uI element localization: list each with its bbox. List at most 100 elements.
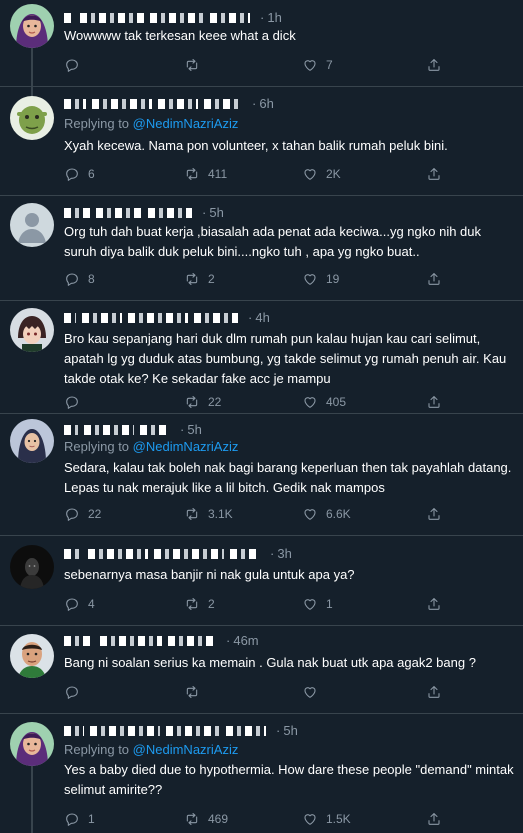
like-count: 2K xyxy=(326,167,341,181)
share-icon xyxy=(426,811,442,827)
like-count: 405 xyxy=(326,395,347,409)
avatar[interactable] xyxy=(10,545,54,589)
reply-icon xyxy=(64,596,80,612)
reply-button[interactable]: 22 xyxy=(64,503,101,525)
timestamp[interactable]: 1h xyxy=(267,10,281,25)
reply-button[interactable] xyxy=(64,681,88,703)
avatar[interactable] xyxy=(10,634,54,678)
share-button[interactable] xyxy=(426,268,442,290)
tweet-divider xyxy=(0,300,523,301)
like-button[interactable]: 1 xyxy=(302,593,333,615)
censored-username xyxy=(90,725,160,736)
retweet-icon xyxy=(184,394,200,410)
timestamp[interactable]: 4h xyxy=(255,310,269,325)
tweet-actions: 6 411 2K xyxy=(56,163,476,185)
tweet-header: · 5h xyxy=(64,723,504,739)
retweet-count: 3.1K xyxy=(208,507,233,521)
replying-to-label: Replying to xyxy=(64,116,130,131)
reply-count: 1 xyxy=(88,812,95,826)
tweet-divider xyxy=(0,713,523,714)
timestamp[interactable]: 46m xyxy=(233,633,258,648)
tweet-actions: 7 xyxy=(56,54,476,76)
replying-to-handle[interactable]: @NedimNazriAziz xyxy=(133,742,239,757)
like-button[interactable]: 7 xyxy=(302,54,333,76)
share-button[interactable] xyxy=(426,54,442,76)
reply-button[interactable] xyxy=(64,391,88,413)
avatar[interactable] xyxy=(10,722,54,766)
retweet-count: 2 xyxy=(208,272,215,286)
heart-icon xyxy=(302,684,318,700)
like-button[interactable] xyxy=(302,681,326,703)
retweet-button[interactable] xyxy=(184,54,208,76)
like-button[interactable]: 6.6K xyxy=(302,503,351,525)
retweet-button[interactable]: 469 xyxy=(184,808,228,830)
like-count: 19 xyxy=(326,272,340,286)
retweet-icon xyxy=(184,811,200,827)
replying-to-label: Replying to xyxy=(64,439,130,454)
retweet-button[interactable] xyxy=(184,681,208,703)
retweet-button[interactable]: 3.1K xyxy=(184,503,233,525)
avatar[interactable] xyxy=(10,203,54,247)
censored-username xyxy=(64,98,86,109)
tweet-divider xyxy=(0,195,523,196)
timestamp[interactable]: 5h xyxy=(187,422,201,437)
replying-to: Replying to @NedimNazriAziz xyxy=(64,116,238,131)
censored-username xyxy=(194,312,238,323)
timestamp[interactable]: 3h xyxy=(277,546,291,561)
censored-username xyxy=(154,548,224,559)
share-icon xyxy=(426,394,442,410)
share-button[interactable] xyxy=(426,808,442,830)
reply-count: 4 xyxy=(88,597,95,611)
timestamp[interactable]: 5h xyxy=(283,723,297,738)
tweet-divider xyxy=(0,86,523,87)
tweet-divider xyxy=(0,413,523,414)
replying-to-handle[interactable]: @NedimNazriAziz xyxy=(133,116,239,131)
retweet-icon xyxy=(184,684,200,700)
avatar[interactable] xyxy=(10,96,54,140)
timestamp[interactable]: 5h xyxy=(209,205,223,220)
avatar[interactable] xyxy=(10,4,54,48)
tweet-text: Sedara, kalau tak boleh nak bagi barang … xyxy=(64,460,512,495)
like-button[interactable]: 1.5K xyxy=(302,808,351,830)
replying-to-handle[interactable]: @NedimNazriAziz xyxy=(133,439,239,454)
tweet-header: · 5h xyxy=(64,205,504,221)
like-button[interactable]: 2K xyxy=(302,163,341,185)
retweet-button[interactable]: 2 xyxy=(184,268,215,290)
reply-button[interactable]: 1 xyxy=(64,808,95,830)
share-button[interactable] xyxy=(426,391,442,413)
share-icon xyxy=(426,166,442,182)
tweet-actions: 8 2 19 xyxy=(56,268,476,290)
share-button[interactable] xyxy=(426,593,442,615)
timestamp[interactable]: 6h xyxy=(259,96,273,111)
retweet-icon xyxy=(184,506,200,522)
retweet-button[interactable]: 411 xyxy=(184,163,227,185)
reply-button[interactable]: 6 xyxy=(64,163,95,185)
heart-icon xyxy=(302,596,318,612)
reply-button[interactable]: 8 xyxy=(64,268,95,290)
heart-icon xyxy=(302,394,318,410)
share-button[interactable] xyxy=(426,503,442,525)
share-button[interactable] xyxy=(426,163,442,185)
like-button[interactable]: 19 xyxy=(302,268,339,290)
censored-username xyxy=(64,312,76,323)
share-button[interactable] xyxy=(426,681,442,703)
tweet-actions: 4 2 1 xyxy=(56,593,476,615)
censored-username xyxy=(204,98,242,109)
censored-username xyxy=(64,424,78,435)
reply-icon xyxy=(64,811,80,827)
reply-button[interactable] xyxy=(64,54,88,76)
censored-username xyxy=(100,635,162,646)
retweet-button[interactable]: 2 xyxy=(184,593,215,615)
reply-icon xyxy=(64,166,80,182)
share-icon xyxy=(426,596,442,612)
tweet-actions: 1 469 1.5K xyxy=(56,808,476,830)
retweet-button[interactable]: 22 xyxy=(184,391,221,413)
avatar[interactable] xyxy=(10,308,54,352)
like-button[interactable]: 405 xyxy=(302,391,346,413)
avatar[interactable] xyxy=(10,419,54,463)
reply-button[interactable]: 4 xyxy=(64,593,95,615)
like-count: 7 xyxy=(326,58,333,72)
reply-icon xyxy=(64,506,80,522)
tweet-header: · 4h xyxy=(64,310,504,326)
censored-username xyxy=(88,548,148,559)
